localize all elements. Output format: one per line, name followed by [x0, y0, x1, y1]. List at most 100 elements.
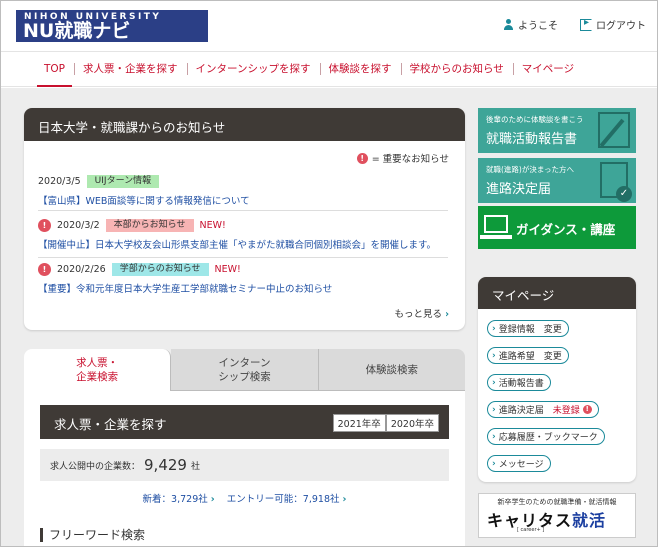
year-2021-button[interactable]: 2021年卒 — [332, 414, 386, 432]
pencil-icon — [598, 112, 630, 148]
nav-mypage[interactable]: マイページ — [512, 62, 583, 76]
mypage-item-label: 応募履歴・ブックマーク — [498, 433, 598, 443]
brand-suffix: 就活 — [572, 511, 607, 530]
entry-companies-link[interactable]: エントリー可能：7,918社 — [227, 494, 340, 505]
legend-text: = 重要なお知らせ — [371, 154, 449, 165]
mypage-item-activity-report[interactable]: › 活動報告書 — [487, 374, 551, 391]
mypage-item-label: 活動報告書 — [498, 379, 544, 389]
careertasu-banner[interactable]: 新卒学生のための就職準備・就活情報 キャリタス就活 [ career+ ] — [478, 493, 636, 538]
search-tabs: 求人票・ 企業検索 インターン シップ検索 体験談検索 — [24, 349, 465, 391]
news-tag: 学部からのお知らせ — [111, 262, 209, 276]
search-panel: 求人票・企業を探す 2021年卒 2020年卒 求人公開中の企業数： 9,429… — [24, 391, 465, 546]
company-count-box: 求人公開中の企業数： 9,429 社 — [40, 449, 449, 481]
welcome-link[interactable]: ようこそ — [503, 17, 558, 32]
news-meta: ! 2020/3/2 本部からお知らせ NEW! — [38, 218, 448, 232]
global-nav: TOP 求人票・企業を探す インターンシップを探す 体験談を探す 学校からのお知… — [1, 51, 657, 87]
logout-label: ログアウト — [596, 21, 646, 32]
news-title-link[interactable]: 【富山県】WEB面談等に関する情報発信について — [38, 193, 448, 207]
chevron-right-icon: › — [492, 431, 496, 442]
mypage-item-career-hope[interactable]: › 進路希望 変更 — [487, 347, 569, 364]
important-legend: ! = 重要なお知らせ — [356, 151, 449, 165]
tab-job-search[interactable]: 求人票・ 企業検索 — [24, 349, 172, 391]
mypage-title: マイページ — [478, 277, 636, 309]
freeword-heading: フリーワード検索 — [40, 528, 145, 542]
banner-title: ガイダンス・講座 — [516, 222, 616, 237]
search-title-bar: 求人票・企業を探す 2021年卒 2020年卒 — [40, 405, 449, 439]
mypage-item-label: メッセージ — [498, 460, 544, 470]
chevron-right-icon: › — [492, 323, 496, 334]
news-date: 2020/2/26 — [57, 263, 106, 275]
page-frame: NIHON UNIVERSITY NU就職ナビ ようこそ ログアウト TOP 求… — [0, 0, 658, 547]
user-icon — [503, 18, 514, 31]
news-meta: ! 2020/2/26 学部からのお知らせ NEW! — [38, 262, 448, 276]
careertasu-sub: [ career+ ] — [517, 527, 545, 533]
news-title-link[interactable]: 【開催中止】日本大学校友会山形県支部主催「やまがた就職合同個別相談会」を開催しま… — [38, 237, 448, 251]
more-label: もっと見る — [394, 309, 443, 320]
nav-top[interactable]: TOP — [35, 62, 74, 87]
mypage-item-career-decision[interactable]: › 進路決定届 未登録 ! — [487, 401, 599, 418]
careertasu-caption: 新卒学生のための就職準備・就活情報 — [497, 498, 617, 506]
nu-logo[interactable]: NIHON UNIVERSITY NU就職ナビ — [16, 10, 208, 42]
chevron-right-icon: › — [492, 350, 496, 361]
mypage-item-messages[interactable]: › メッセージ — [487, 455, 551, 472]
mypage-item-application-history[interactable]: › 応募履歴・ブックマーク — [487, 428, 605, 445]
count-unit: 社 — [190, 461, 200, 472]
banner-title: 就職活動報告書 — [486, 132, 578, 147]
notice-card: 日本大学・就職課からのお知らせ ! = 重要なお知らせ 2020/3/5 UIJ… — [24, 108, 465, 330]
chevron-right-icon: › — [210, 494, 215, 505]
count-sub-links: 新着：3,729社 › エントリー可能：7,918社 › — [24, 491, 465, 505]
edit-label: 変更 — [543, 325, 562, 335]
count-label: 求人公開中の企業数： — [50, 461, 141, 472]
chevron-right-icon: › — [445, 309, 449, 320]
important-icon: ! — [38, 262, 51, 276]
tab-internship-search[interactable]: インターン シップ検索 — [171, 349, 319, 391]
important-icon: ! — [582, 405, 592, 414]
banner-title: 進路決定届 — [486, 182, 552, 197]
chevron-right-icon: › — [342, 494, 347, 505]
chevron-right-icon: › — [492, 377, 496, 388]
banner-caption: 後輩のために体験談を書こう — [486, 115, 584, 124]
list-item: 2020/3/5 UIJターン情報 【富山県】WEB面談等に関する情報発信につい… — [38, 174, 448, 211]
chevron-right-icon: › — [492, 458, 496, 469]
logout-link[interactable]: ログアウト — [580, 17, 646, 32]
year-switch: 2021年卒 2020年卒 — [332, 414, 439, 432]
site-header: NIHON UNIVERSITY NU就職ナビ ようこそ ログアウト — [1, 1, 657, 51]
edit-label: 変更 — [543, 352, 562, 362]
mypage-item-label: 進路決定届 — [498, 406, 544, 416]
tab-experience-search[interactable]: 体験談検索 — [318, 349, 465, 391]
nav-job-search[interactable]: 求人票・企業を探す — [74, 62, 187, 76]
new-companies-link[interactable]: 新着：3,729社 — [143, 494, 208, 505]
search-title: 求人票・企業を探す — [54, 417, 167, 432]
important-icon: ! — [38, 218, 51, 232]
logout-icon — [580, 17, 592, 31]
nav-internship-search[interactable]: インターンシップを探す — [186, 62, 320, 76]
nav-experience-search[interactable]: 体験談を探す — [319, 62, 401, 76]
careertasu-logo: キャリタス就活 — [487, 507, 606, 531]
notice-title: 日本大学・就職課からのお知らせ — [24, 108, 465, 141]
news-date: 2020/3/5 — [38, 175, 81, 187]
nav-school-notices[interactable]: 学校からのお知らせ — [400, 62, 513, 76]
mypage-item-label: 登録情報 — [498, 325, 535, 335]
mypage-item-label: 進路希望 — [498, 352, 535, 362]
list-item: ! 2020/3/2 本部からお知らせ NEW! 【開催中止】日本大学校友会山形… — [38, 218, 448, 258]
list-item: ! 2020/2/26 学部からのお知らせ NEW! 【重要】令和元年度日本大学… — [38, 262, 448, 302]
guidance-banner[interactable]: ガイダンス・講座 — [478, 206, 636, 249]
news-tag: UIJターン情報 — [86, 174, 160, 188]
document-check-icon — [600, 162, 632, 202]
more-link[interactable]: もっと見る › — [395, 306, 449, 320]
news-title-link[interactable]: 【重要】令和元年度日本大学生産工学部就職セミナー中止のお知らせ — [38, 281, 448, 295]
new-badge: NEW! — [199, 219, 226, 231]
activity-report-banner[interactable]: 後輩のために体験談を書こう 就職活動報告書 — [478, 108, 636, 153]
important-icon: ! — [356, 152, 368, 164]
count-value: 9,429 — [144, 456, 187, 474]
new-badge: NEW! — [214, 263, 241, 275]
news-meta: 2020/3/5 UIJターン情報 — [38, 174, 448, 188]
mypage-item-profile[interactable]: › 登録情報 変更 — [487, 320, 569, 337]
chevron-right-icon: › — [492, 404, 496, 415]
banner-caption: 就職(進路)が決まった方へ — [486, 165, 575, 174]
year-2020-button[interactable]: 2020年卒 — [385, 414, 439, 432]
computer-icon — [480, 215, 512, 239]
logo-site-name: NU就職ナビ — [23, 20, 131, 42]
news-date: 2020/3/2 — [57, 219, 100, 231]
career-decision-banner[interactable]: 就職(進路)が決まった方へ 進路決定届 — [478, 158, 636, 203]
